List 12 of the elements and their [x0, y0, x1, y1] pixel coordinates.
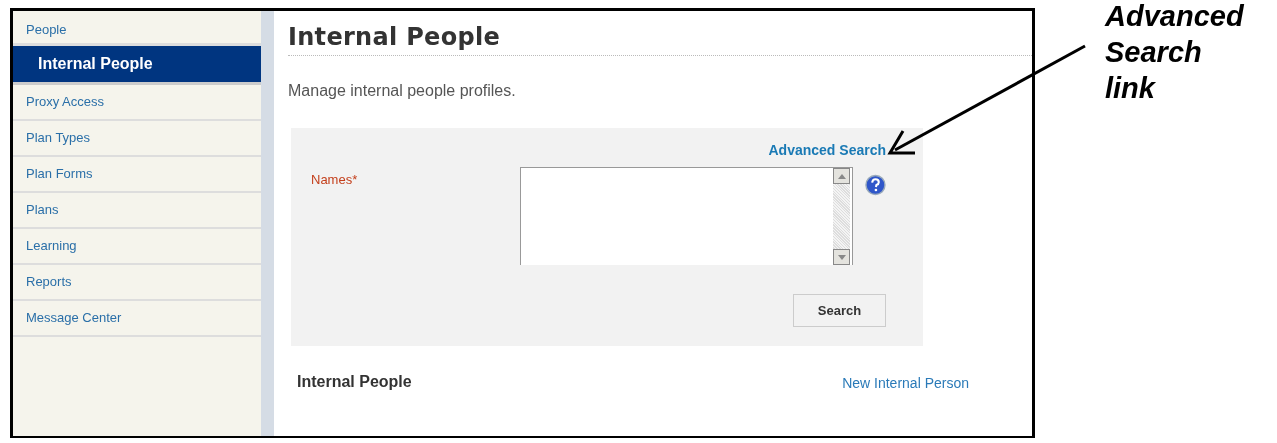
names-field[interactable] — [520, 167, 854, 265]
search-button[interactable]: Search — [793, 294, 886, 327]
new-person-link[interactable]: New Internal Person — [842, 375, 969, 391]
scroll-up-icon[interactable] — [837, 173, 846, 179]
section-heading: Internal People — [297, 373, 413, 391]
scroll-down-icon[interactable] — [837, 254, 846, 260]
advanced-search-link[interactable]: Advanced Search — [768, 142, 886, 158]
page-description: Manage internal people profiles. — [288, 82, 517, 100]
page-title: Internal People — [288, 23, 1032, 56]
help-icon[interactable] — [865, 174, 886, 196]
sidebar-item[interactable]: Internal People — [13, 46, 261, 85]
field-label: Names* — [311, 172, 359, 189]
